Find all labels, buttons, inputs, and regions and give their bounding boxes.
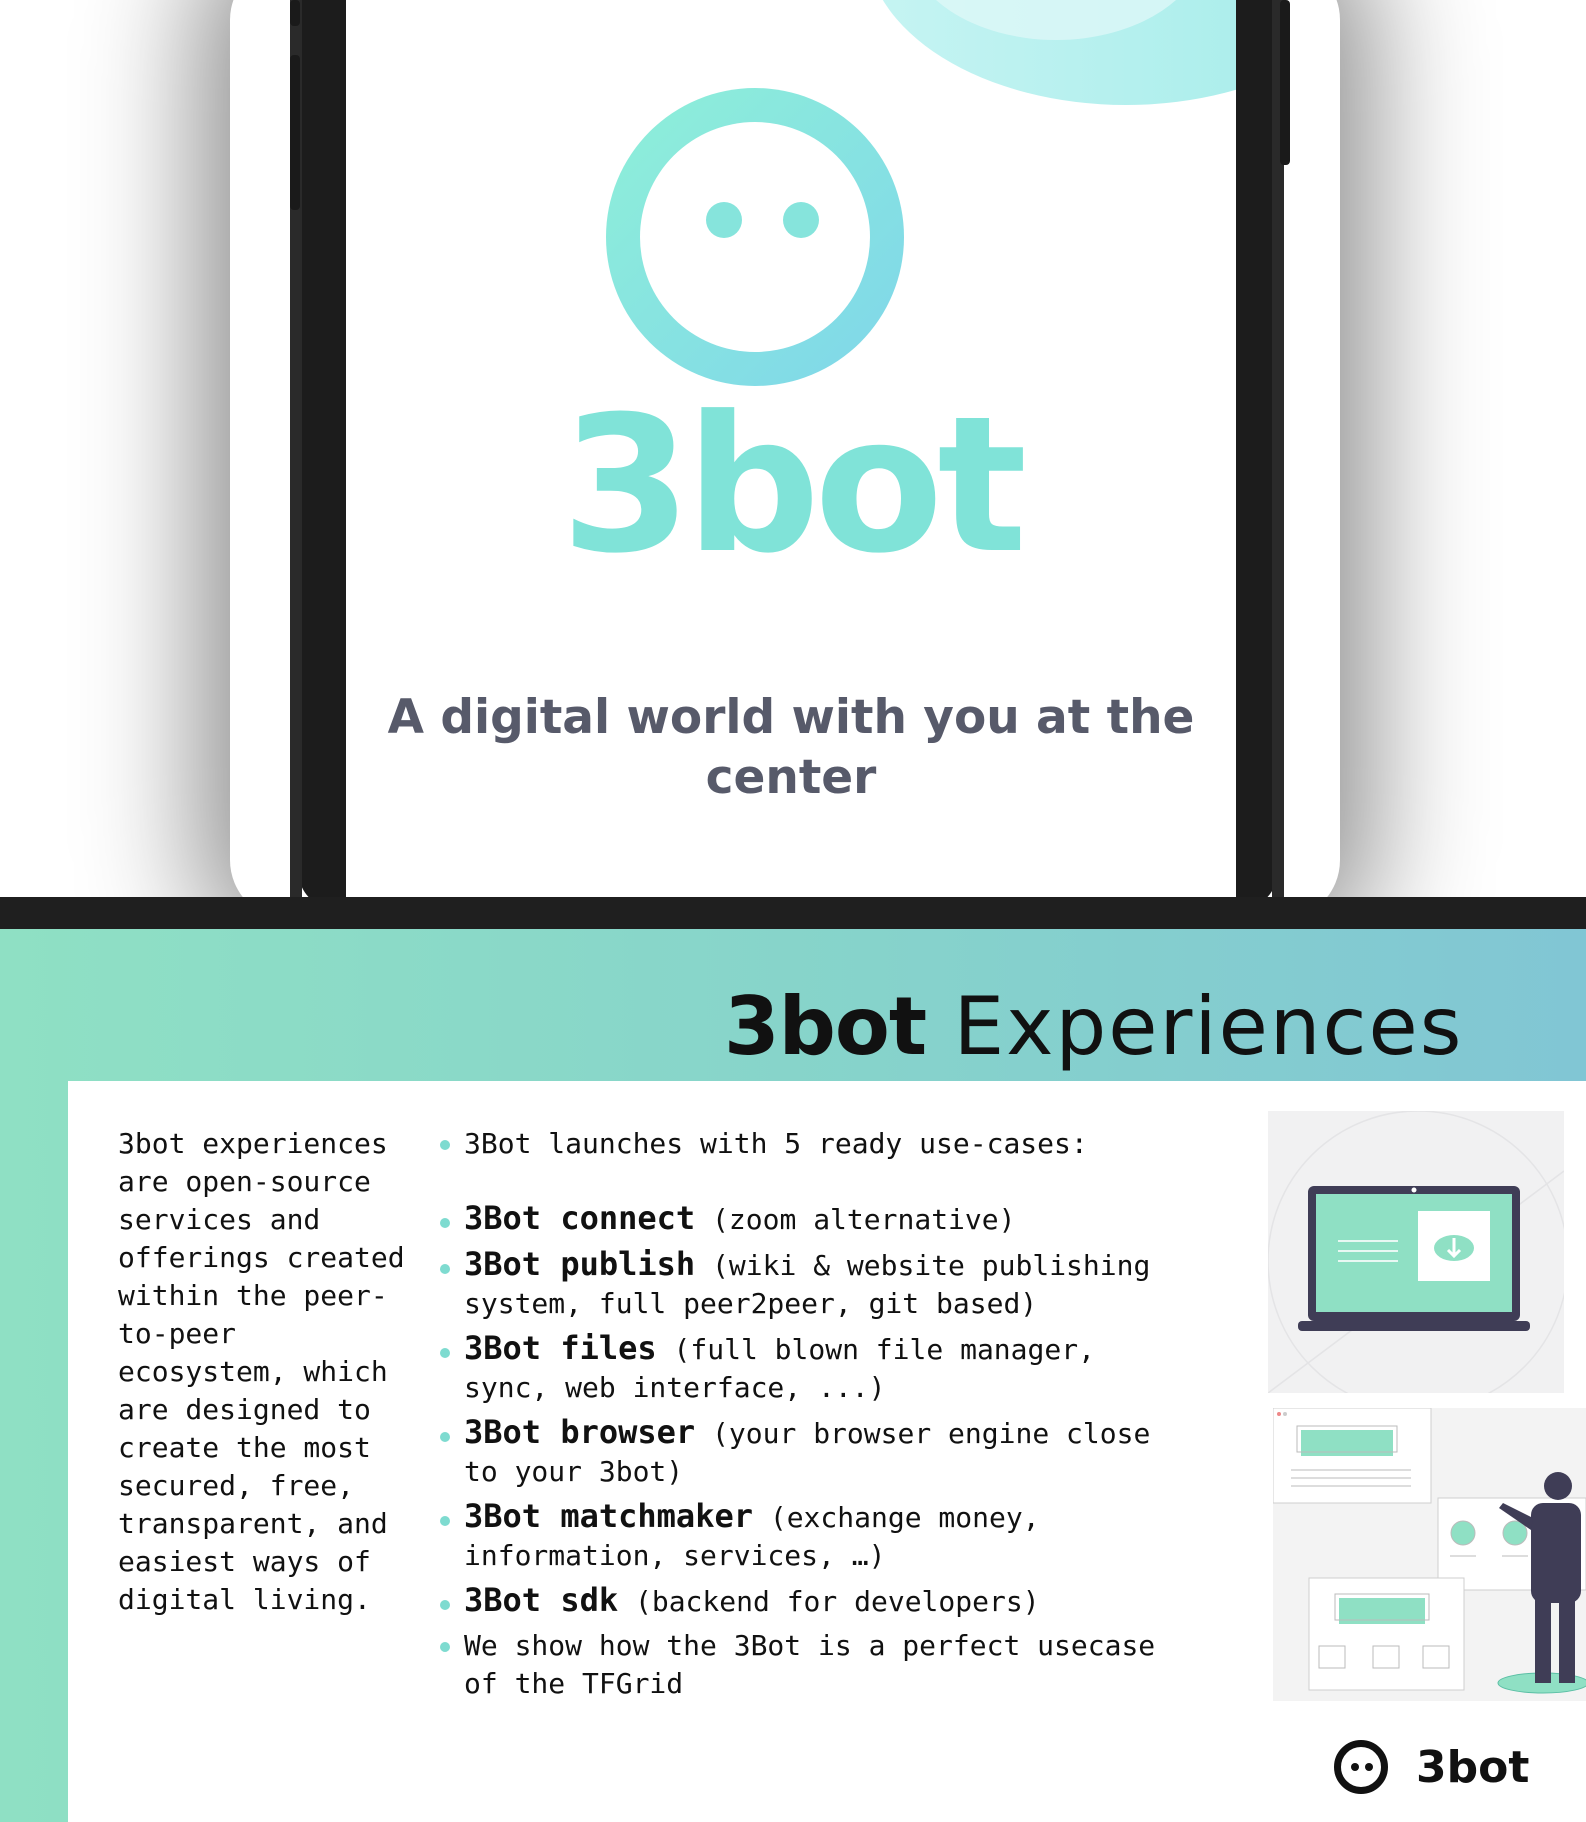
bullet-icon xyxy=(440,1140,450,1150)
list-item: 3Bot sdk (backend for developers) xyxy=(438,1581,1158,1621)
slide-title-bold: 3bot xyxy=(724,980,927,1073)
use-case-list: 3Bot launches with 5 ready use-cases: 3B… xyxy=(438,1125,1158,1703)
logo-eye-right xyxy=(783,202,819,238)
experiences-slide: 3bot Experiences 3bot experiences are op… xyxy=(0,929,1586,1822)
logo-eye-left xyxy=(706,202,742,238)
phone-side-button-top xyxy=(290,0,300,26)
bullet-icon xyxy=(440,1516,450,1526)
slide-title: 3bot Experiences xyxy=(724,987,1463,1067)
list-item: 3Bot matchmaker (exchange money, informa… xyxy=(438,1497,1158,1575)
list-item: 3Bot publish (wiki & website publishing … xyxy=(438,1245,1158,1323)
bullet-icon xyxy=(440,1218,450,1228)
phone-power-button xyxy=(1280,0,1290,165)
list-item: 3Bot browser (your browser engine close … xyxy=(438,1413,1158,1491)
lead-text: 3Bot launches with 5 ready use-cases: xyxy=(464,1127,1088,1160)
app-wordmark: 3bot xyxy=(560,376,1027,595)
brand-name: 3bot xyxy=(1416,1742,1530,1793)
brand-logo: 3bot xyxy=(1332,1736,1532,1806)
phone-mockup-section: 3bot A digital world with you at the cen… xyxy=(0,0,1586,897)
3bot-logo-icon xyxy=(606,88,904,386)
list-item-lead: 3Bot launches with 5 ready use-cases: xyxy=(438,1125,1158,1163)
bullet-icon xyxy=(440,1642,450,1652)
use-case-name: 3Bot files xyxy=(464,1329,657,1367)
section-divider xyxy=(0,897,1586,929)
phone-volume-button xyxy=(290,55,300,210)
use-case-name: 3Bot connect xyxy=(464,1199,696,1237)
tagline: A digital world with you at the center xyxy=(387,690,1195,805)
bullet-icon xyxy=(440,1600,450,1610)
laptop-download-illustration xyxy=(1268,1111,1564,1393)
content-panel: 3bot experiences are open-source service… xyxy=(68,1081,1586,1822)
list-item: 3Bot files (full blown file manager, syn… xyxy=(438,1329,1158,1407)
closing-text: We show how the 3Bot is a perfect usecas… xyxy=(464,1629,1156,1700)
use-case-name: 3Bot browser xyxy=(464,1413,696,1451)
intro-text: 3bot experiences are open-source service… xyxy=(118,1127,405,1616)
list-item-closing: We show how the 3Bot is a perfect usecas… xyxy=(438,1627,1158,1703)
use-case-name: 3Bot publish xyxy=(464,1245,696,1283)
use-case-name: 3Bot matchmaker xyxy=(464,1497,753,1535)
use-case-desc: (zoom alternative) xyxy=(712,1203,1016,1236)
person-wireframes-illustration xyxy=(1273,1408,1586,1701)
3bot-brand-icon xyxy=(1334,1740,1388,1794)
bullet-icon xyxy=(440,1348,450,1358)
phone-screen: 3bot A digital world with you at the cen… xyxy=(346,0,1236,897)
brand-eye-right xyxy=(1365,1763,1373,1771)
slide-title-rest: Experiences xyxy=(953,980,1464,1073)
list-item: 3Bot connect (zoom alternative) xyxy=(438,1199,1158,1239)
use-case-name: 3Bot sdk xyxy=(464,1581,619,1619)
use-case-desc: (backend for developers) xyxy=(634,1585,1040,1618)
bullet-icon xyxy=(440,1432,450,1442)
bullet-icon xyxy=(440,1264,450,1274)
brand-eye-left xyxy=(1351,1763,1359,1771)
